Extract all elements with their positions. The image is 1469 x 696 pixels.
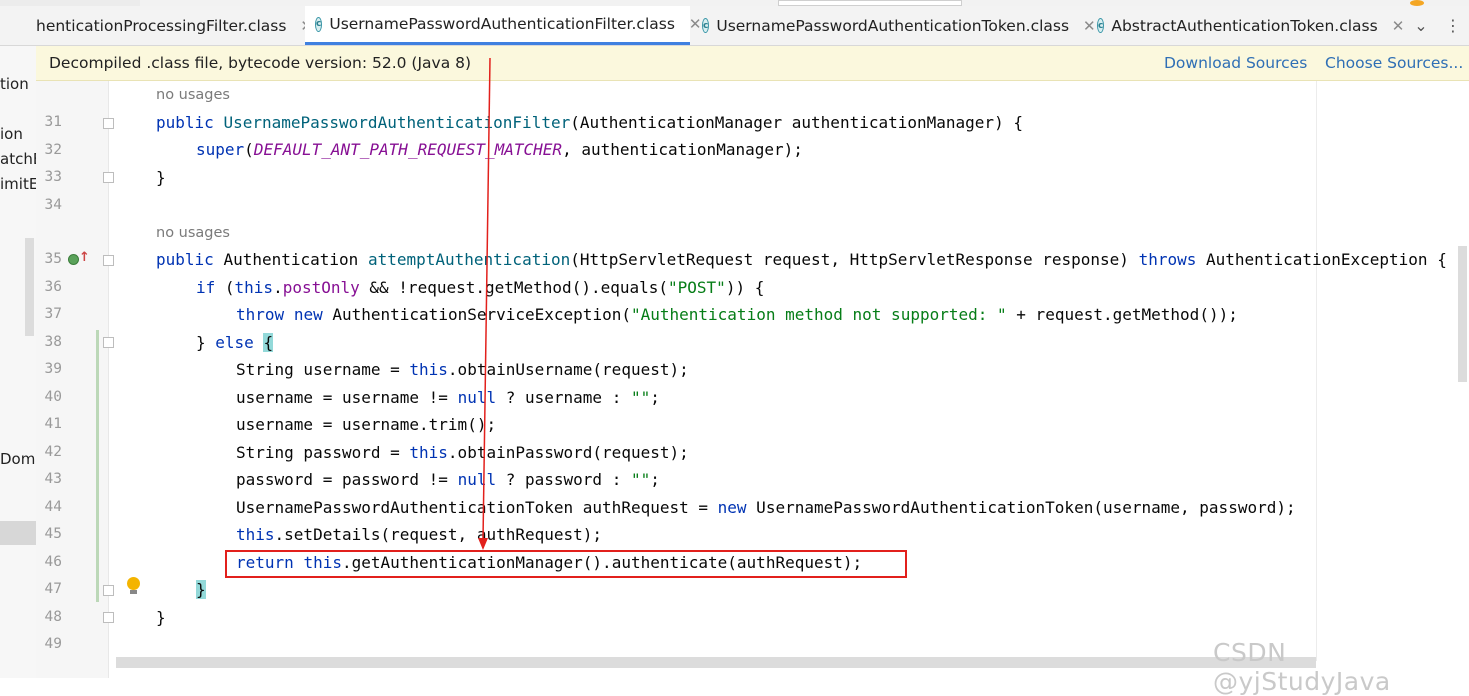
fold-marker-icon[interactable]	[103, 118, 114, 129]
tab-label: henticationProcessingFilter.class	[36, 16, 287, 35]
fold-marker-icon[interactable]	[103, 337, 114, 348]
code-line-42: String password = this.obtainPassword(re…	[236, 443, 689, 462]
line-number: 32	[44, 142, 62, 158]
code-line-40: username = username != null ? username :…	[236, 388, 660, 407]
tab-abstract-auth-processing-filter[interactable]: henticationProcessingFilter.class ✕	[36, 6, 313, 45]
highlight-box	[225, 550, 907, 578]
code-line-33: }	[156, 168, 166, 187]
code-line-35: public Authentication attemptAuthenticat…	[156, 250, 1447, 269]
matched-brace: }	[196, 580, 206, 599]
line-number: 37	[44, 306, 62, 322]
right-margin-guide	[1316, 81, 1317, 661]
lightbulb-icon[interactable]	[127, 577, 140, 590]
code-line-44: UsernamePasswordAuthenticationToken auth…	[236, 498, 1296, 517]
tab-label: AbstractAuthenticationToken.class	[1111, 16, 1378, 35]
tab-label: UsernamePasswordAuthenticationToken.clas…	[716, 16, 1070, 35]
close-icon[interactable]: ✕	[1392, 17, 1405, 35]
code-line-31: public UsernamePasswordAuthenticationFil…	[156, 113, 1023, 132]
fold-marker-icon[interactable]	[103, 585, 114, 596]
line-number: 34	[44, 197, 62, 213]
code-line-37: throw new AuthenticationServiceException…	[236, 305, 1238, 324]
sidebar-item[interactable]: atchE	[0, 150, 36, 168]
fold-marker-icon[interactable]	[103, 255, 114, 266]
code-line-36: if (this.postOnly && !request.getMethod(…	[196, 278, 765, 297]
editor-horizontal-scrollbar[interactable]	[116, 657, 1316, 668]
project-sidebar: tion ion atchE imitE Doma	[0, 46, 36, 678]
code-line-38: } else {	[196, 333, 274, 352]
choose-sources-link[interactable]: Choose Sources...	[1325, 54, 1463, 72]
tab-username-password-auth-filter[interactable]: c UsernamePasswordAuthenticationFilter.c…	[305, 6, 702, 45]
editor-tab-bar: henticationProcessingFilter.class ✕ c Us…	[0, 6, 1469, 46]
chevron-down-icon[interactable]: ⌄	[1410, 6, 1432, 45]
code-line-32: super(DEFAULT_ANT_PATH_REQUEST_MATCHER, …	[196, 140, 803, 159]
matched-brace: {	[263, 333, 274, 352]
tab-label: UsernamePasswordAuthenticationFilter.cla…	[329, 15, 675, 33]
line-number: 44	[44, 499, 62, 515]
line-number: 49	[44, 636, 62, 652]
sidebar-item[interactable]: imitE	[0, 175, 36, 193]
watermark: CSDN @yjStudyJava	[1213, 638, 1391, 696]
fold-marker-icon[interactable]	[103, 612, 114, 623]
sidebar-item[interactable]: ion	[0, 125, 23, 143]
line-number: 38	[44, 334, 62, 350]
usage-hint: no usages	[156, 87, 230, 103]
line-number: 43	[44, 471, 62, 487]
override-arrow-icon: ↑	[79, 250, 90, 265]
tab-username-password-auth-token[interactable]: c UsernamePasswordAuthenticationToken.cl…	[692, 6, 1096, 45]
line-number: 42	[44, 444, 62, 460]
line-number: 41	[44, 416, 62, 432]
tab-abstract-auth-token[interactable]: c AbstractAuthenticationToken.class ✕	[1090, 6, 1404, 45]
code-line-39: String username = this.obtainUsername(re…	[236, 360, 689, 379]
sidebar-item[interactable]: tion	[0, 75, 29, 93]
line-number: 47	[44, 581, 62, 597]
line-number: 48	[44, 609, 62, 625]
code-line-47: }	[196, 580, 206, 600]
line-number: 33	[44, 169, 62, 185]
class-file-icon: c	[315, 16, 323, 32]
decompiled-banner: Decompiled .class file, bytecode version…	[36, 46, 1469, 81]
line-number: 36	[44, 279, 62, 295]
usage-hint: no usages	[156, 225, 230, 241]
editor-vertical-scrollbar[interactable]	[1458, 246, 1467, 382]
code-line-45: this.setDetails(request, authRequest);	[236, 525, 603, 544]
sidebar-selected-row[interactable]	[0, 521, 36, 545]
code-line-48: }	[156, 608, 166, 627]
line-number: 45	[44, 526, 62, 542]
class-file-icon: c	[1097, 18, 1105, 33]
more-vert-icon[interactable]: ⋮	[1442, 6, 1464, 45]
banner-message: Decompiled .class file, bytecode version…	[49, 54, 472, 72]
line-number: 40	[44, 389, 62, 405]
sidebar-item[interactable]: Doma	[0, 450, 36, 468]
line-number: 31	[44, 114, 62, 130]
code-line-43: password = password != null ? password :…	[236, 470, 660, 489]
code-line-41: username = username.trim();	[236, 415, 497, 434]
vcs-change-marker	[96, 330, 99, 602]
download-sources-link[interactable]: Download Sources	[1164, 54, 1307, 72]
line-number: 35	[44, 251, 62, 267]
fold-marker-icon[interactable]	[103, 172, 114, 183]
sidebar-scrollbar[interactable]	[25, 238, 34, 336]
line-number: 46	[44, 554, 62, 570]
class-file-icon: c	[702, 18, 710, 33]
override-icon[interactable]	[68, 254, 79, 265]
line-number: 39	[44, 361, 62, 377]
